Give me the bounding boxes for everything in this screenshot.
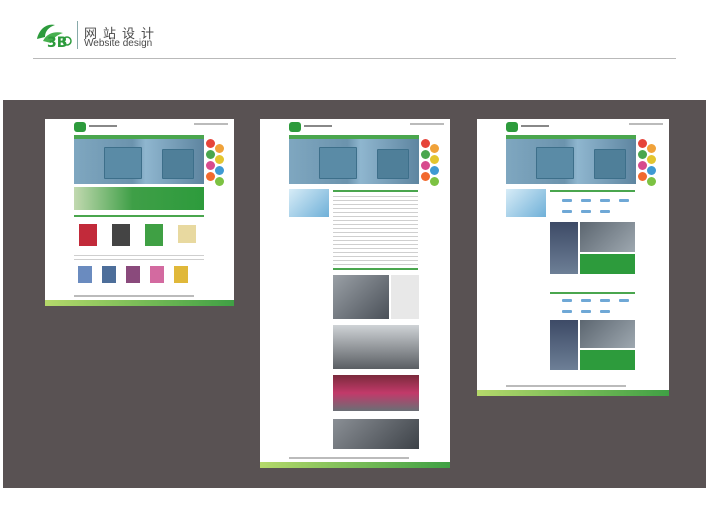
presentation-stage [3,100,706,488]
product-image-icon [112,224,130,246]
product-thumb-icon [126,266,140,283]
product-image-icon [178,225,196,243]
equipment-photo [580,222,635,252]
mock-company-name [89,125,117,127]
mock-banner [74,139,204,184]
page-header: 3B 网站设计 Website design [0,0,709,60]
product-image-icon [145,224,163,246]
bag-image-icon [377,149,409,179]
mock-green-note [580,350,635,370]
about-page-mockup [260,119,450,468]
bag-image-icon [594,149,626,179]
mock-text-block [333,196,418,268]
mock-banner [506,139,636,184]
equipment-photo [550,222,578,274]
mock-footer [260,462,450,468]
mock-top-links [194,123,228,125]
mock-logo-icon [289,122,301,132]
equipment-photo [580,320,635,348]
factory-photo [333,419,419,449]
header-divider [77,21,78,49]
product-thumb-icon [102,266,116,283]
header-rule [33,58,676,59]
mock-footer [477,390,669,396]
mock-side-card [506,189,546,217]
bag-image-icon [104,147,142,179]
mock-section-rule [74,215,204,217]
product-thumb-icon [150,266,164,283]
mock-side-card [289,189,329,217]
equipment-page-mockup [477,119,669,396]
mock-logo-icon [74,122,86,132]
factory-photo [333,325,419,369]
mock-logo-icon [506,122,518,132]
brand-logo-icon: 3B [37,24,72,51]
bag-image-icon [319,147,357,179]
mock-promo-band [74,187,204,210]
mock-footer-text [74,295,194,297]
product-image-icon [79,224,97,246]
mock-bubbles [204,139,226,199]
equipment-photo [550,320,578,370]
homepage-mockup [45,119,234,306]
product-thumb-icon [78,266,92,283]
bag-image-icon [536,147,574,179]
factory-photo [333,275,389,319]
bag-image-icon [162,149,194,179]
mock-footer [45,300,234,306]
mock-banner [289,139,419,184]
factory-photo [333,375,419,411]
mock-green-note [580,254,635,274]
section-title-en: Website design [84,38,153,49]
product-thumb-icon [174,266,188,283]
